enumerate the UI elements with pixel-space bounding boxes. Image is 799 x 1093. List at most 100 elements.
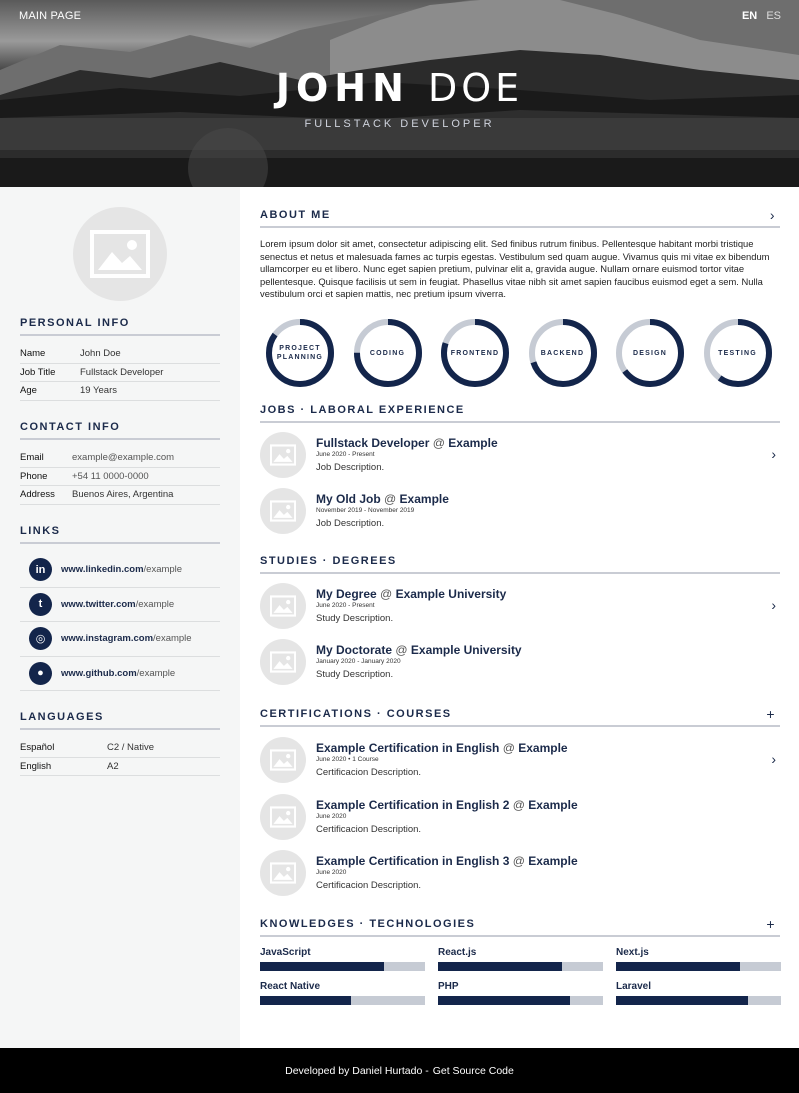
links-list: in www.linkedin.com/example t www.twitte…: [20, 553, 220, 691]
chevron-right-icon[interactable]: ›: [771, 751, 776, 767]
hero-name: JOHN DOE: [0, 66, 799, 110]
knowledge-title-text: KNOWLEDGES · TECHNOLOGIES: [260, 918, 476, 930]
link-host: www.linkedin.com: [61, 564, 144, 576]
plus-icon[interactable]: +: [766, 706, 776, 722]
table-row: Email example@example.com: [20, 449, 220, 468]
table-row: English A2: [20, 758, 220, 776]
language-level: A2: [107, 760, 119, 772]
language-name: Español: [20, 742, 55, 754]
last-name: DOE: [427, 66, 524, 110]
image-placeholder-icon: [90, 230, 150, 278]
personal-info-table: Name John Doe Job Title Fullstack Develope…: [20, 345, 220, 401]
field-label: Job Title: [20, 366, 56, 378]
language-switcher: EN ES: [736, 10, 781, 22]
item-description: Study Description.: [316, 669, 394, 680]
item-title[interactable]: Fullstack Developer @ Example: [316, 436, 498, 450]
skill-name: JavaScript: [260, 947, 311, 958]
footer-credit: Developed by Daniel Hurtado -: [285, 1064, 429, 1077]
skill-ring: PROJECT PLANNING: [265, 318, 335, 388]
item-date: June 2020 - Present: [316, 451, 375, 458]
thumbnail: [260, 639, 306, 685]
lang-es-link[interactable]: ES: [766, 10, 781, 22]
item-title[interactable]: Example Certification in English @ Examp…: [316, 741, 568, 755]
skill-bar: [438, 962, 603, 971]
thumbnail: [260, 793, 306, 840]
skill-bar: [616, 996, 781, 1005]
twitter-link[interactable]: t www.twitter.com/example: [20, 588, 220, 622]
ring-label: PROJECT PLANNING: [276, 345, 324, 361]
chevron-right-icon[interactable]: ›: [771, 597, 776, 613]
list-item: My Degree @ Example University June 2020 …: [260, 583, 780, 631]
thumbnail: [260, 488, 306, 534]
item-description: Job Description.: [316, 462, 385, 473]
skill-bar: [438, 996, 603, 1005]
list-item: My Doctorate @ Example University January…: [260, 639, 780, 687]
plus-icon[interactable]: +: [766, 916, 776, 932]
main-page-link[interactable]: MAIN PAGE: [19, 10, 81, 22]
skill-bar: [260, 962, 425, 971]
table-row: Name John Doe: [20, 345, 220, 364]
link-path: /example: [153, 633, 192, 645]
item-description: Certificacion Description.: [316, 823, 422, 835]
hero-banner: MAIN PAGE EN ES JOHN DOE FULLSTACK DEVEL…: [0, 0, 799, 187]
linkedin-icon: in: [29, 558, 52, 582]
skill-name: Next.js: [616, 947, 649, 958]
ring-label: TESTING: [718, 349, 757, 357]
skill-bar-fill: [438, 996, 570, 1005]
item-date: June 2020: [316, 812, 347, 820]
item-title[interactable]: Example Certification in English 2 @ Exa…: [316, 798, 578, 812]
language-name: English: [20, 760, 52, 772]
item-title[interactable]: My Old Job @ Example: [316, 492, 449, 506]
skill-bar-fill: [438, 962, 562, 971]
source-code-link[interactable]: Get Source Code: [433, 1065, 514, 1077]
skill-ring: DESIGN: [615, 318, 685, 388]
skill-bar-fill: [616, 962, 740, 971]
about-title: ABOUT ME ›: [260, 207, 780, 228]
item-title[interactable]: My Degree @ Example University: [316, 587, 506, 601]
list-item: Example Certification in English @ Examp…: [260, 737, 780, 785]
skill-item: PHP: [438, 981, 603, 1005]
skill-ring: CODING: [353, 318, 423, 388]
thumbnail: [260, 737, 306, 783]
contact-info-title: CONTACT INFO: [20, 421, 220, 440]
item-date: January 2020 - January 2020: [316, 658, 401, 665]
table-row: Address Buenos Aires, Argentina: [20, 486, 220, 505]
languages-table: Español C2 / Native English A2: [20, 739, 220, 776]
skill-name: React.js: [438, 947, 477, 958]
email-value[interactable]: example@example.com: [72, 452, 174, 463]
github-link[interactable]: ● www.github.com/example: [20, 657, 220, 691]
list-item: My Old Job @ Example November 2019 - Nove…: [260, 488, 780, 536]
chevron-right-icon[interactable]: ›: [770, 207, 776, 223]
contact-info-table: Email example@example.com Phone +54 11 000…: [20, 449, 220, 505]
skill-item: Laravel: [616, 981, 781, 1005]
ring-label: FRONTEND: [450, 349, 500, 357]
chevron-right-icon[interactable]: ›: [771, 446, 776, 462]
skill-name: PHP: [438, 981, 459, 992]
personal-info-title: PERSONAL INFO: [20, 317, 220, 336]
link-host: www.instagram.com: [61, 633, 154, 645]
jobs-title: JOBS · LABORAL EXPERIENCE: [260, 404, 780, 423]
skill-ring: BACKEND: [528, 318, 598, 388]
field-label: Address: [20, 489, 55, 501]
item-date: June 2020 • 1 Course: [316, 756, 379, 763]
avatar: [73, 207, 167, 301]
skill-ring: FRONTEND: [440, 318, 510, 388]
lang-en-link[interactable]: EN: [742, 10, 757, 22]
about-title-text: ABOUT ME: [260, 209, 331, 221]
skill-item: React.js: [438, 947, 603, 971]
skill-bar-fill: [616, 996, 748, 1005]
linkedin-link[interactable]: in www.linkedin.com/example: [20, 553, 220, 588]
link-host: www.twitter.com: [61, 598, 136, 610]
twitter-icon: t: [29, 592, 52, 616]
skill-ring: TESTING: [703, 318, 773, 388]
item-title[interactable]: My Doctorate @ Example University: [316, 643, 522, 657]
ring-label: DESIGN: [632, 349, 668, 357]
instagram-link[interactable]: ◎ www.instagram.com/example: [20, 622, 220, 657]
thumbnail: [260, 583, 306, 629]
item-title[interactable]: Example Certification in English 3 @ Exa…: [316, 854, 578, 868]
studies-title: STUDIES · DEGREES: [260, 555, 780, 574]
about-text: Lorem ipsum dolor sit amet, consectetur …: [260, 238, 770, 300]
links-title: LINKS: [20, 525, 220, 544]
item-date: June 2020 - Present: [316, 602, 375, 609]
table-row: Age 19 Years: [20, 382, 220, 401]
